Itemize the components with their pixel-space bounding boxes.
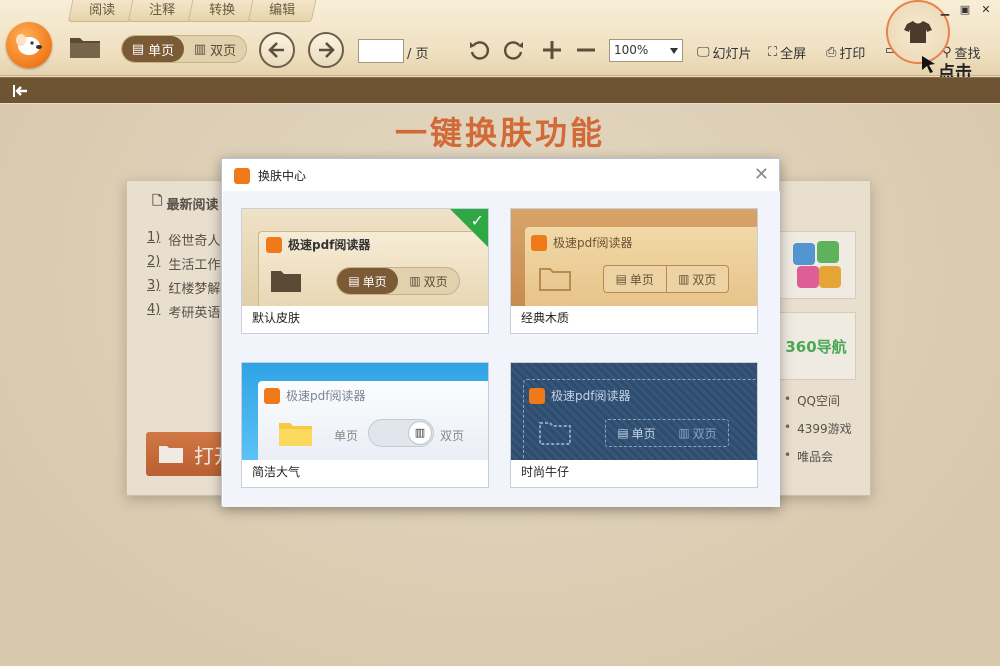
skin-option-clean[interactable]: 极速pdf阅读器 单页 ▥ 双页 简洁大气 xyxy=(241,362,489,488)
check-icon: ✓ xyxy=(470,211,484,230)
main-toolbar: 阅读 注释 转换 编辑 ▤ 单页 ▥ 双页 / 页 100% 🖵 幻灯片 ⛶ 全… xyxy=(0,0,1000,83)
skin-option-denim[interactable]: 极速pdf阅读器 ▤ 单页 ▥ 双页 时尚牛仔 xyxy=(510,362,758,488)
print-button[interactable]: ⎙ 打印 xyxy=(826,43,865,62)
tshirt-icon xyxy=(904,21,932,43)
double-page-icon: ▥ xyxy=(678,426,690,440)
single-page-icon: ▤ xyxy=(615,272,627,286)
skin-preview: 极速pdf阅读器 ▤ 单页 ▥ 双页 xyxy=(511,363,757,460)
arrow-left-icon xyxy=(268,42,284,58)
folder-icon xyxy=(539,268,571,291)
next-page-button[interactable] xyxy=(308,32,344,68)
minimize-icon: ▁ xyxy=(940,2,950,16)
minimize-button[interactable]: ▁ xyxy=(936,2,954,16)
zoom-out-button[interactable] xyxy=(574,38,598,62)
skin-name: 时尚牛仔 xyxy=(521,465,570,479)
double-page-icon: ▥ xyxy=(193,41,207,57)
app-logo-icon xyxy=(266,236,282,253)
close-window-button[interactable]: ✕ xyxy=(977,2,995,16)
double-page-button[interactable]: ▥ 双页 xyxy=(184,36,246,62)
skin-option-default[interactable]: 极速pdf阅读器 ▤ 单页 ▥ 双页 ✓ 默认皮肤 xyxy=(241,208,489,334)
rotate-left-button[interactable] xyxy=(467,38,491,62)
skin-name: 简洁大气 xyxy=(252,465,301,479)
zoom-select[interactable]: 100% xyxy=(609,39,683,62)
folder-icon xyxy=(539,422,571,445)
double-page-icon: ▥ xyxy=(408,421,432,445)
rotate-right-icon xyxy=(504,41,523,60)
maximize-button[interactable]: ▣ xyxy=(956,2,974,16)
slideshow-icon: 🖵 xyxy=(697,45,710,60)
minus-icon xyxy=(577,48,595,52)
skin-name: 经典木质 xyxy=(521,311,570,325)
dog-logo-icon xyxy=(16,34,42,55)
arrow-right-icon xyxy=(319,42,335,58)
skin-preview: 极速pdf阅读器 ▤ 单页 ▥ 双页 xyxy=(511,209,757,306)
preview-toggle-switch: ▥ xyxy=(368,419,434,447)
app-logo-icon xyxy=(529,387,545,404)
preview-page-toggle: ▤ 单页 ▥ 双页 xyxy=(605,419,729,447)
page-total-label: / 页 xyxy=(407,47,429,62)
app-logo-icon xyxy=(264,387,280,404)
tab-edit[interactable]: 编辑 xyxy=(247,0,317,22)
slideshow-button[interactable]: 🖵 幻灯片 xyxy=(697,43,752,62)
preview-page-toggle: ▤ 单页 ▥ 双页 xyxy=(603,265,729,293)
printer-icon: ⎙ xyxy=(826,45,837,60)
page-number-input[interactable] xyxy=(358,39,404,63)
page-mode-toggle: ▤ 单页 ▥ 双页 xyxy=(121,35,247,63)
single-page-icon: ▤ xyxy=(348,274,360,288)
plus-icon xyxy=(543,41,561,59)
dialog-close-button[interactable]: ✕ xyxy=(754,164,769,185)
menu-tabs: 阅读 注释 转换 编辑 xyxy=(67,0,317,22)
double-page-icon: ▥ xyxy=(678,272,690,286)
fullscreen-icon: ⛶ xyxy=(768,45,778,60)
cursor-arrow-icon xyxy=(922,56,935,73)
close-icon: ✕ xyxy=(753,164,769,185)
rotate-left-icon xyxy=(470,41,489,60)
double-page-icon: ▥ xyxy=(409,274,421,288)
preview-single-label: 单页 xyxy=(334,429,359,443)
dialog-title-bar: 换肤中心 xyxy=(234,167,306,184)
tab-convert[interactable]: 转换 xyxy=(187,0,257,22)
preview-page-toggle: ▤ 单页 ▥ 双页 xyxy=(336,267,460,295)
tab-read[interactable]: 阅读 xyxy=(67,0,137,22)
skin-name: 默认皮肤 xyxy=(252,311,301,325)
folder-icon xyxy=(279,423,312,446)
preview-title: 极速pdf阅读器 xyxy=(266,236,370,253)
maximize-icon: ▣ xyxy=(959,2,971,16)
collapse-sidebar-icon[interactable] xyxy=(12,84,30,98)
preview-title: 极速pdf阅读器 xyxy=(529,387,630,404)
sidebar-toggle-bar xyxy=(0,77,1000,103)
preview-title: 极速pdf阅读器 xyxy=(531,234,632,251)
app-logo[interactable] xyxy=(6,22,52,68)
app-logo-icon xyxy=(531,234,547,251)
app-logo-icon xyxy=(234,167,250,184)
folder-icon xyxy=(70,38,100,58)
preview-title: 极速pdf阅读器 xyxy=(264,387,365,404)
folder-icon xyxy=(271,271,301,292)
zoom-in-button[interactable] xyxy=(540,38,564,62)
prev-page-button[interactable] xyxy=(259,32,295,68)
skin-option-wood[interactable]: 极速pdf阅读器 ▤ 单页 ▥ 双页 经典木质 xyxy=(510,208,758,334)
single-page-icon: ▤ xyxy=(617,426,629,440)
skin-preview: 极速pdf阅读器 ▤ 单页 ▥ 双页 ✓ xyxy=(242,209,488,306)
close-icon: ✕ xyxy=(981,2,991,16)
preview-double-label: 双页 xyxy=(440,429,465,443)
skin-preview: 极速pdf阅读器 单页 ▥ 双页 xyxy=(242,363,488,460)
single-page-button[interactable]: ▤ 单页 xyxy=(122,36,184,62)
tab-annotate[interactable]: 注释 xyxy=(127,0,197,22)
single-page-icon: ▤ xyxy=(131,41,145,57)
chevron-down-icon xyxy=(670,48,678,54)
fullscreen-button[interactable]: ⛶ 全屏 xyxy=(768,43,806,62)
rotate-right-button[interactable] xyxy=(502,38,526,62)
open-folder-button[interactable] xyxy=(68,34,102,60)
